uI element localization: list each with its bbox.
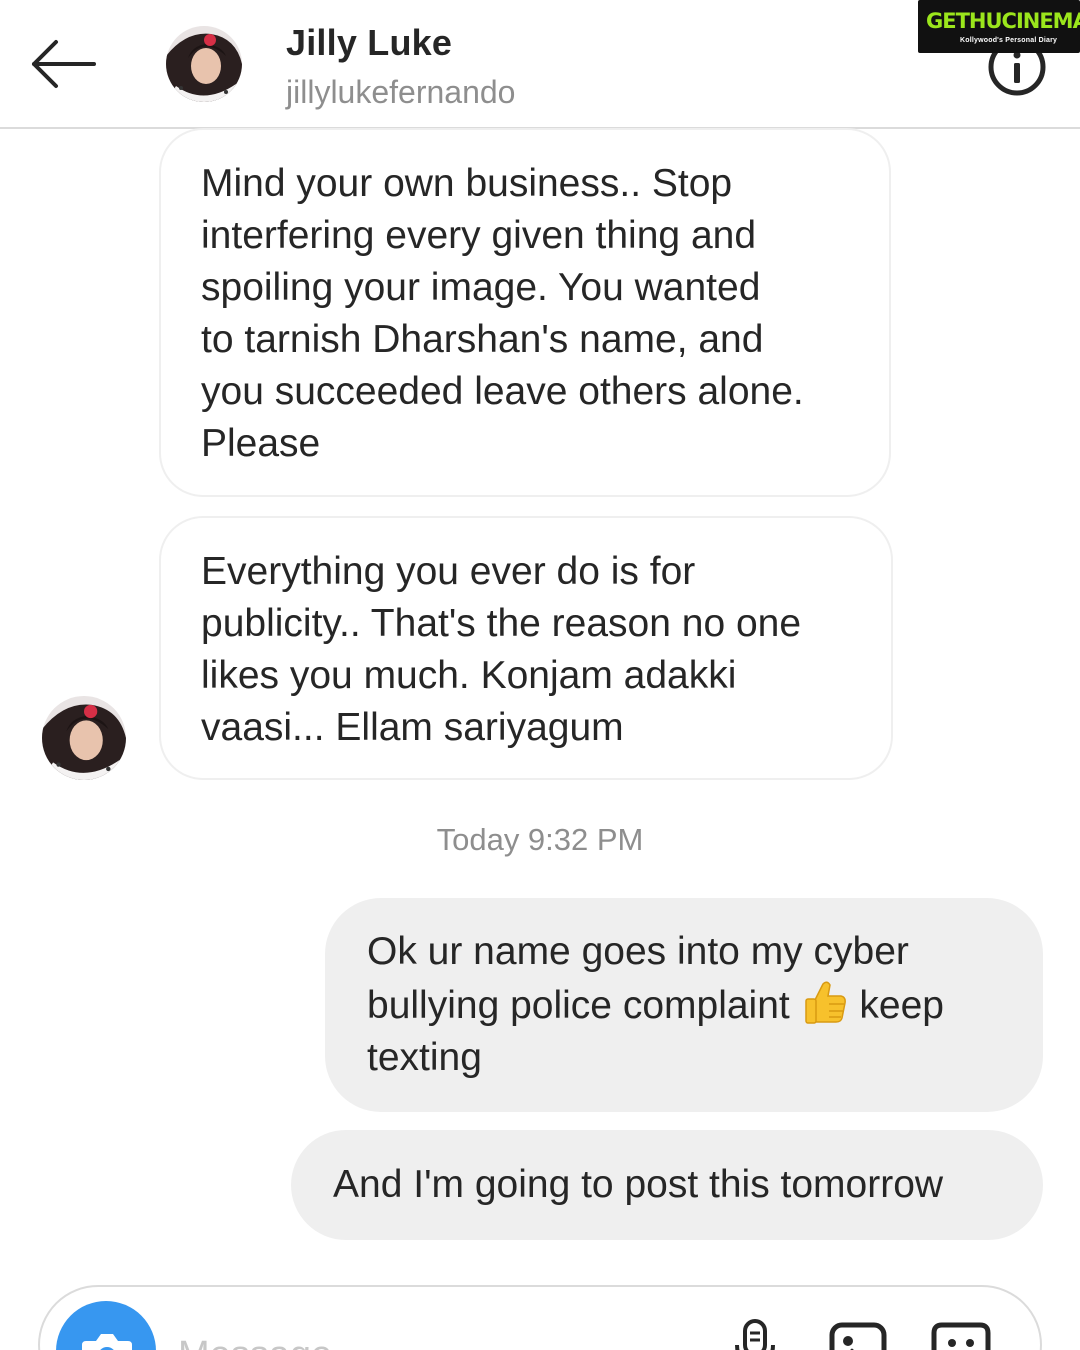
message-bubble-outgoing[interactable]: Ok ur name goes into my cyber bullying p… <box>325 898 1043 1112</box>
message-bubble-incoming[interactable]: Everything you ever do is for publicity.… <box>159 516 893 780</box>
contact-avatar[interactable] <box>166 26 242 102</box>
message-bubble-incoming[interactable]: Mind your own business.. Stop interferin… <box>159 128 891 497</box>
back-button[interactable] <box>24 30 104 100</box>
camera-button[interactable] <box>56 1301 156 1350</box>
watermark-text: GETHUCINEMA <box>926 9 1080 33</box>
gallery-button[interactable] <box>828 1319 888 1350</box>
microphone-button[interactable] <box>730 1315 780 1350</box>
message-input[interactable] <box>178 1325 678 1350</box>
profile-photo-icon <box>166 26 242 102</box>
message-text: Mind your own business.. Stop interferin… <box>201 162 804 465</box>
sender-avatar[interactable] <box>42 696 126 780</box>
message-composer <box>38 1285 1042 1350</box>
sticker-icon <box>931 1322 991 1350</box>
watermark-tagline: Kollywood's Personal Diary <box>960 37 1058 44</box>
message-text: Ok ur name goes into my cyber bullying p… <box>367 926 1013 1084</box>
message-timestamp: Today 9:32 PM <box>436 822 644 857</box>
arrow-left-icon <box>32 40 96 88</box>
watermark-logo: GETHUCINEMA Kollywood's Personal Diary <box>918 0 1080 53</box>
contact-username[interactable]: jillylukefernando <box>286 74 515 111</box>
message-text: And I'm going to post this tomorrow <box>333 1163 944 1206</box>
microphone-icon <box>735 1319 775 1350</box>
message-text: Everything you ever do is for publicity.… <box>201 550 802 749</box>
profile-photo-icon <box>42 696 126 780</box>
sticker-button[interactable] <box>930 1319 992 1350</box>
contact-name[interactable]: Jilly Luke <box>286 22 452 64</box>
camera-icon <box>82 1334 132 1350</box>
message-bubble-outgoing[interactable]: And I'm going to post this tomorrow <box>291 1130 1043 1240</box>
thumbs-up-icon <box>804 981 846 1024</box>
image-icon <box>829 1322 887 1350</box>
